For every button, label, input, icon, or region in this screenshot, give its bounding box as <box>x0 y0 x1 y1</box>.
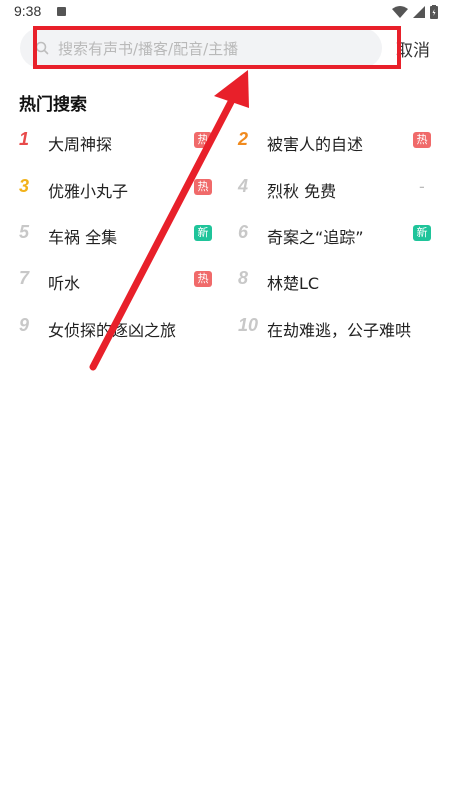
status-time: 9:38 <box>14 3 42 19</box>
hot-search-item[interactable]: 6 奇案之“追踪” 新 <box>238 222 438 247</box>
hot-search-label: 烈秋 免费 <box>267 182 337 201</box>
hot-search-label: 优雅小丸子 <box>48 182 129 201</box>
hot-search-item[interactable]: 3 优雅小丸子 热 <box>19 176 219 201</box>
hot-search-item[interactable]: 8 林楚LC <box>238 268 438 293</box>
new-badge: 新 <box>194 225 212 241</box>
hot-badge: 热 <box>194 132 212 148</box>
hot-search-rank: 3 <box>19 176 30 196</box>
hot-badge: 热 <box>413 132 431 148</box>
hot-search-label: 听水 <box>48 274 81 293</box>
hot-search-label: 女侦探的逐凶之旅 <box>48 321 177 340</box>
annotation-arrow <box>89 70 249 371</box>
hot-search-item[interactable]: 10 在劫难逃，公子难哄 <box>238 315 438 340</box>
hot-search-rank: 2 <box>238 129 249 149</box>
hot-search-label: 奇案之“追踪” <box>267 228 364 247</box>
signal-icon <box>413 6 425 18</box>
new-badge: 新 <box>413 225 431 241</box>
cancel-button[interactable]: 取消 <box>396 36 430 61</box>
hot-search-title: 热门搜索 <box>19 95 87 115</box>
hot-search-label: 大周神探 <box>48 135 113 154</box>
hot-search-label: 在劫难逃，公子难哄 <box>267 321 412 340</box>
hot-search-rank: 9 <box>19 315 30 335</box>
hot-search-item[interactable]: 9 女侦探的逐凶之旅 <box>19 315 219 340</box>
hot-search-item[interactable]: 2 被害人的自述 热 <box>238 129 438 154</box>
hot-search-rank: 5 <box>19 222 30 242</box>
status-bar: 9:38 <box>0 0 450 24</box>
annotation-highlight-box <box>33 26 401 69</box>
hot-search-label: 被害人的自述 <box>267 135 364 154</box>
hot-search-label: 车祸 全集 <box>48 228 118 247</box>
battery-icon <box>430 5 438 19</box>
hot-search-trend-dash: - <box>419 177 425 196</box>
status-icons <box>392 5 438 19</box>
hot-search-item[interactable]: 4 烈秋 免费 - <box>238 176 438 201</box>
hot-search-rank: 1 <box>19 129 30 149</box>
hot-search-item[interactable]: 5 车祸 全集 新 <box>19 222 219 247</box>
hot-search-label: 林楚LC <box>267 274 320 293</box>
notification-icon <box>57 7 66 16</box>
hot-search-rank: 7 <box>19 268 30 288</box>
hot-badge: 热 <box>194 179 212 195</box>
hot-search-item[interactable]: 1 大周神探 热 <box>19 129 219 154</box>
hot-search-item[interactable]: 7 听水 热 <box>19 268 219 293</box>
hot-search-rank: 10 <box>238 315 259 335</box>
hot-search-rank: 4 <box>238 176 249 196</box>
hot-badge: 热 <box>194 271 212 287</box>
wifi-icon <box>392 6 408 18</box>
hot-search-rank: 6 <box>238 222 249 242</box>
hot-search-rank: 8 <box>238 268 249 288</box>
